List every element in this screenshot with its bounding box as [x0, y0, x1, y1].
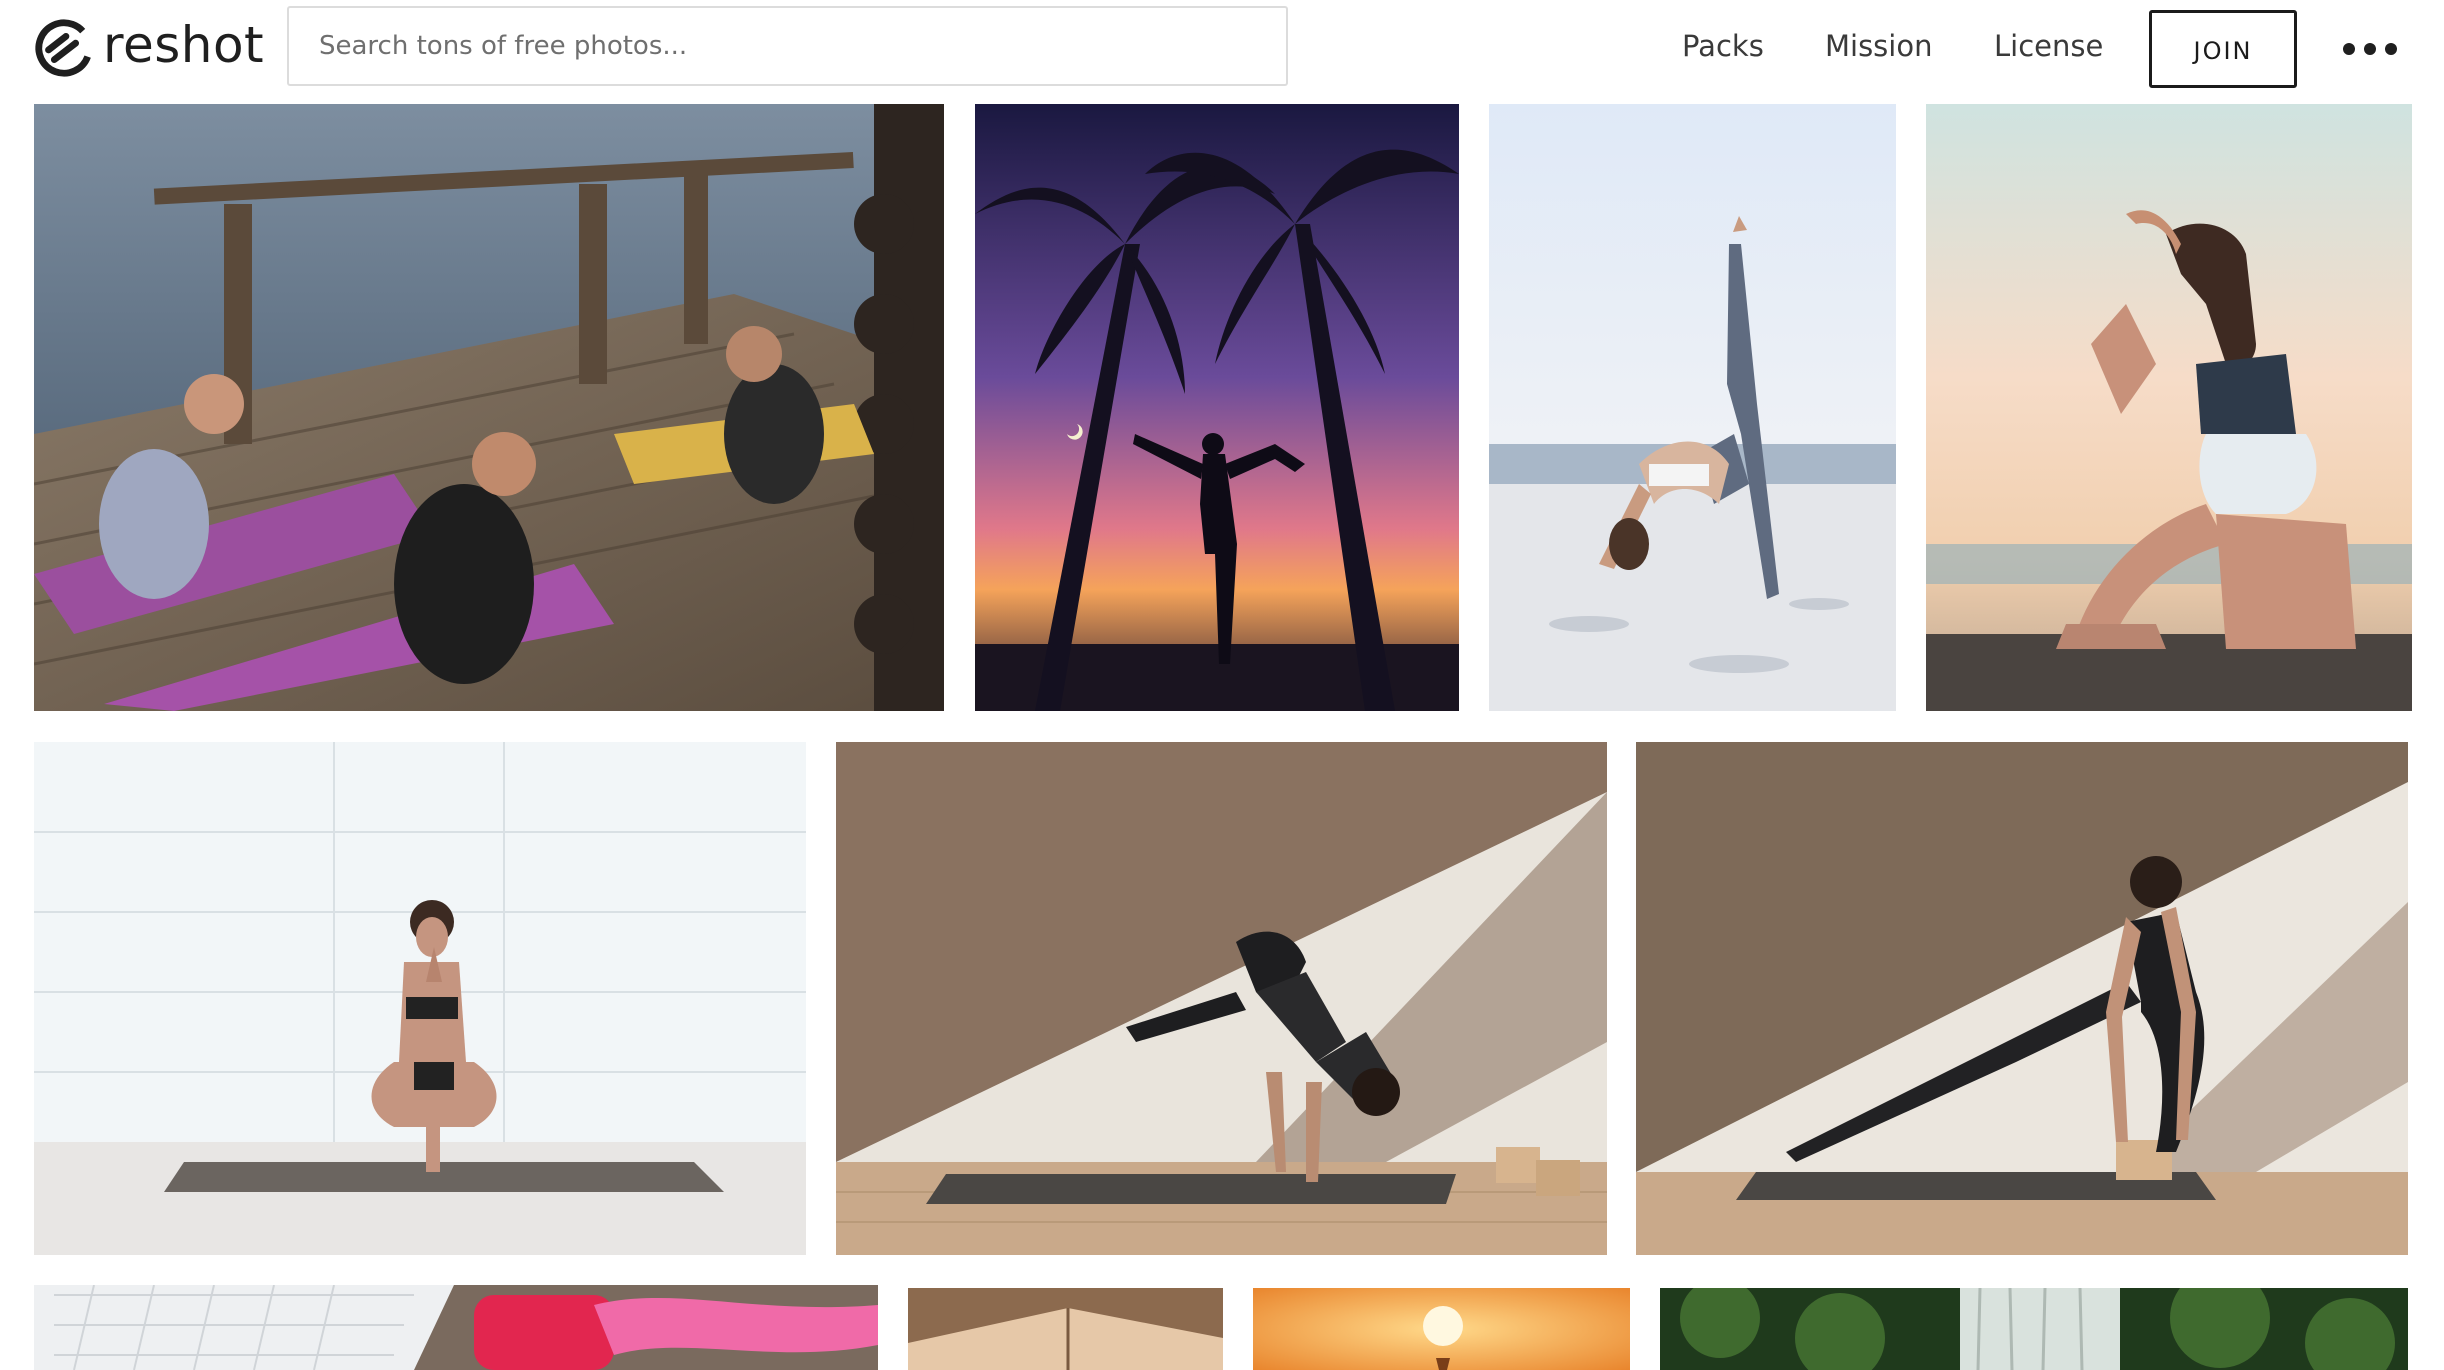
photo-image: [1926, 104, 2412, 711]
top-header: reshot Packs Mission License JOIN: [0, 0, 2444, 100]
ellipsis-icon[interactable]: [2343, 36, 2397, 62]
reshot-logo[interactable]: reshot: [33, 16, 264, 80]
brand-name: reshot: [103, 16, 265, 74]
photo-orange-sun[interactable]: [1253, 1288, 1630, 1370]
photo-image: [908, 1288, 1223, 1370]
photo-group-stretch-deck[interactable]: [34, 104, 944, 711]
photo-lunge-with-blocks[interactable]: [1636, 742, 2408, 1255]
page: reshot Packs Mission License JOIN: [0, 0, 2444, 1370]
photo-wooden-ceiling[interactable]: [908, 1288, 1223, 1370]
photo-beach-wheel-split[interactable]: [1489, 104, 1896, 711]
photo-image: [1489, 104, 1896, 711]
nav-license[interactable]: License: [1994, 24, 2103, 68]
photo-toe-balance-prayer[interactable]: [34, 742, 806, 1255]
nav-mission[interactable]: Mission: [1825, 24, 1932, 68]
nav-packs[interactable]: Packs: [1682, 24, 1764, 68]
photo-image: [975, 104, 1459, 711]
photo-image: [836, 742, 1607, 1255]
photo-image: [34, 1285, 878, 1370]
photo-image: [34, 742, 806, 1255]
reshot-logo-icon: [35, 19, 93, 77]
join-button[interactable]: JOIN: [2149, 10, 2297, 88]
photo-palm-silhouette-sunset[interactable]: [975, 104, 1459, 711]
photo-image: [1253, 1288, 1630, 1370]
photo-image: [1660, 1288, 2408, 1370]
photo-image: [34, 104, 944, 711]
photo-crow-pose-studio[interactable]: [836, 742, 1607, 1255]
ellipsis-dot: [2364, 43, 2376, 55]
photo-laptop-dumbbell-band[interactable]: [34, 1285, 878, 1370]
photo-forest-waterfall[interactable]: [1660, 1288, 2408, 1370]
photo-image: [1636, 742, 2408, 1255]
ellipsis-dot: [2343, 43, 2355, 55]
ellipsis-dot: [2385, 43, 2397, 55]
search-box: [287, 6, 1288, 86]
photo-seaside-pigeon-pose[interactable]: [1926, 104, 2412, 711]
search-input[interactable]: [289, 8, 1286, 84]
